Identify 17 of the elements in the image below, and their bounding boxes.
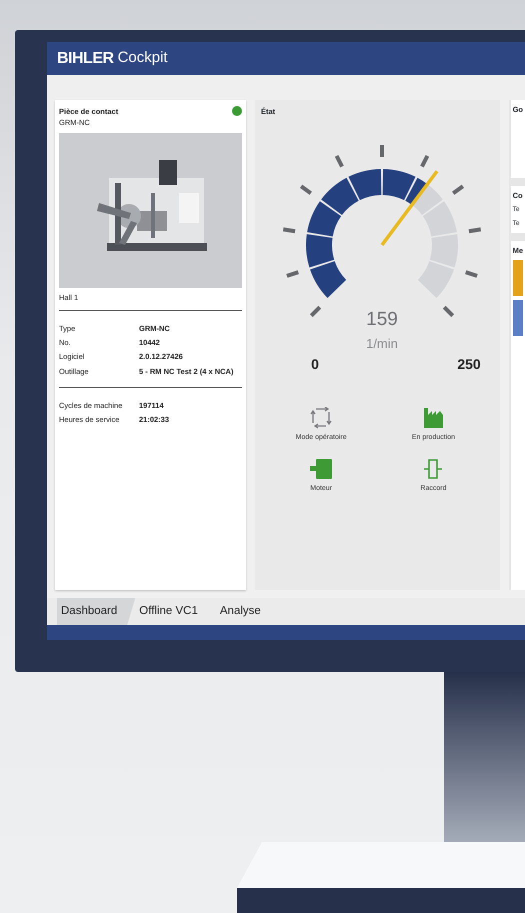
gauge-segment [321, 178, 359, 216]
tab[interactable]: Offline VC1 [135, 598, 216, 625]
message-tile[interactable] [512, 300, 523, 336]
gauge-segment [348, 169, 382, 200]
tab[interactable]: Analyse [216, 598, 279, 625]
gauge-segment [306, 234, 334, 268]
logo: BIHLER [57, 48, 114, 68]
gauge-unit: 1/min [366, 336, 398, 351]
message-tile[interactable] [512, 260, 523, 296]
gauge-min: 0 [311, 356, 319, 372]
gauge-value: 159 [366, 309, 398, 330]
gauge-max: 250 [457, 356, 481, 372]
tab[interactable]: Dashboard [57, 598, 136, 625]
gauge-segment [310, 261, 346, 298]
gauge-segment [382, 169, 416, 200]
gauge-segment [307, 201, 342, 236]
app-title: Cockpit [118, 48, 168, 68]
